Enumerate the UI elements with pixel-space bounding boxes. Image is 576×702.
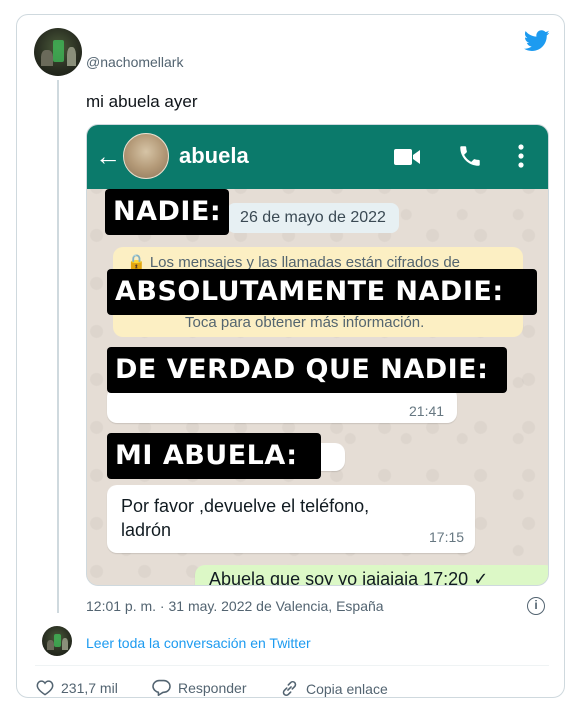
like-button[interactable]: 231,7 mil bbox=[36, 679, 118, 696]
like-count: 231,7 mil bbox=[61, 679, 118, 696]
divider bbox=[35, 665, 549, 666]
meme-caption: NADIE: bbox=[105, 189, 230, 235]
message-text: Abuela que soy yo jajajaja 17:20 ✓ bbox=[209, 569, 489, 586]
link-icon bbox=[282, 680, 297, 697]
twitter-bird-icon[interactable] bbox=[524, 30, 550, 52]
tweet-media-image[interactable]: ← abuela 26 de mayo de 2022 🔒 Los mensaj… bbox=[86, 124, 549, 586]
chat-header: ← abuela bbox=[87, 125, 548, 189]
message-text: Por favor ,devuelve el teléfono, ladrón bbox=[121, 496, 370, 540]
reply-icon bbox=[152, 679, 171, 696]
back-arrow-icon: ← bbox=[95, 141, 121, 171]
author-avatar[interactable] bbox=[34, 28, 82, 76]
meme-caption: MI ABUELA: bbox=[107, 433, 321, 479]
contact-avatar bbox=[123, 133, 169, 179]
date-pill: 26 de mayo de 2022 bbox=[227, 203, 399, 233]
tweet-text: mi abuela ayer bbox=[86, 92, 198, 111]
phone-icon bbox=[460, 146, 480, 166]
author-handle[interactable]: @nachomellark bbox=[86, 54, 183, 70]
reply-label: Responder bbox=[178, 679, 247, 696]
reply-avatar bbox=[42, 626, 72, 656]
more-vertical-icon bbox=[518, 144, 524, 168]
copy-link-label: Copia enlace bbox=[306, 680, 388, 697]
encryption-subtext: Toca para obtener más información. bbox=[185, 314, 425, 331]
heart-icon bbox=[36, 680, 54, 696]
copy-link-button[interactable]: Copia enlace bbox=[280, 679, 388, 698]
tweet-timestamp[interactable]: 12:01 p. m. · 31 may. 2022 de Valencia, … bbox=[86, 598, 384, 614]
read-conversation-link[interactable]: Leer toda la conversación en Twitter bbox=[86, 635, 311, 651]
video-call-icon bbox=[394, 149, 420, 165]
message-time: 17:15 bbox=[429, 529, 465, 545]
thread-line bbox=[57, 80, 59, 613]
meme-caption: DE VERDAD QUE NADIE: bbox=[107, 347, 507, 393]
reply-button[interactable]: Responder bbox=[152, 679, 247, 696]
contact-name: abuela bbox=[179, 143, 249, 168]
message-time: 21:41 bbox=[409, 403, 445, 419]
meme-caption: ABSOLUTAMENTE NADIE: bbox=[107, 269, 537, 315]
info-icon[interactable]: i bbox=[527, 597, 545, 615]
